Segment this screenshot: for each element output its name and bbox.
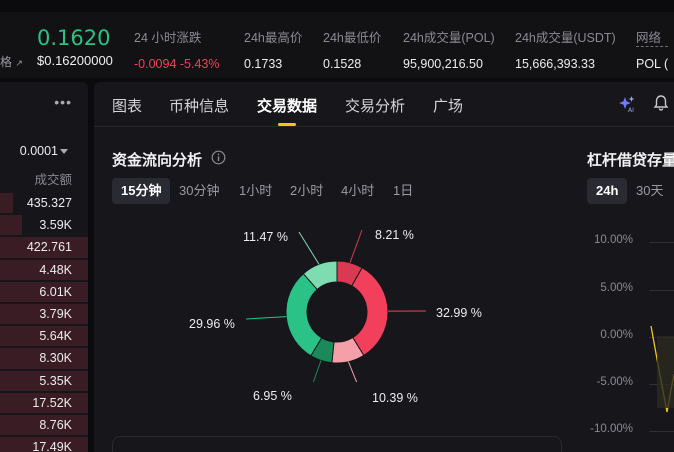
order-book-row[interactable]: 3.79K [0, 303, 88, 325]
donut-percent-label: 29.96 % [189, 317, 235, 331]
depth-bar [0, 215, 22, 236]
more-dots-icon[interactable]: ••• [54, 94, 72, 110]
order-book-row[interactable]: 3.59K [0, 214, 88, 236]
donut-leader-line [349, 229, 363, 263]
donut-leader-line [347, 361, 358, 382]
donut-percent-label: 6.95 % [253, 389, 292, 403]
stat-24h-change: 24 小时涨跌 -0.0094 -5.43% [134, 31, 220, 71]
y-tick-label: -5.00% [596, 376, 633, 388]
donut-segment[interactable] [351, 266, 389, 357]
last-price-usd: $0.16200000 [37, 53, 113, 68]
order-book-rows: 435.327 3.59K 422.761 4.48K 6.01K 3.79K 5.64K 8… [0, 192, 88, 452]
margin-interval-pill-0[interactable]: 24h [587, 178, 628, 204]
donut-leader-line [312, 360, 322, 382]
stat-24h-volume-pol: 24h成交量(POL) 95,900,216.50 [403, 31, 495, 71]
bell-icon[interactable] [652, 94, 670, 112]
order-book-row[interactable]: 5.35K [0, 370, 88, 392]
order-book-row[interactable]: 17.49K [0, 436, 88, 452]
grid-line [649, 242, 674, 243]
order-book-row[interactable]: 4.48K [0, 259, 88, 281]
order-book-row[interactable]: 8.76K [0, 414, 88, 436]
order-book-amount: 17.49K [32, 440, 72, 452]
order-book-amount: 17.52K [32, 395, 72, 410]
margin-chart-area [657, 336, 674, 408]
precision-select[interactable]: 0.0001 [20, 144, 58, 158]
grid-line [649, 431, 674, 432]
order-book-amount: 6.01K [39, 284, 72, 299]
last-price: 0.1620 [37, 26, 111, 50]
stat-24h-low: 24h最低价 0.1528 [323, 31, 382, 71]
order-book-amount: 3.79K [39, 306, 72, 321]
order-book-amount: 5.35K [39, 373, 72, 388]
ai-sparkle-icon[interactable]: AI [618, 95, 636, 113]
margin-lending-title: 杠杆借贷存量 [587, 152, 674, 169]
y-tick-label: 5.00% [600, 282, 633, 294]
grid-line [649, 290, 674, 291]
stat-24h-volume-usdt: 24h成交量(USDT) 15,666,393.33 [515, 31, 616, 71]
order-book-row[interactable]: 17.52K [0, 392, 88, 414]
column-header-amount: 成交额 [34, 173, 72, 187]
order-book-panel: ••• 0.0001 成交额 435.327 3.59K 422.761 4.48K 6… [0, 82, 88, 452]
main-panel: 图表 币种信息 交易数据 交易分析 广场 AI 资金流向分析 15分钟 30分钟 1… [94, 82, 674, 452]
order-book-amount: 435.327 [26, 196, 72, 210]
y-tick-label: 0.00% [600, 329, 633, 341]
margin-interval-pill-1[interactable]: 30天 [627, 178, 672, 204]
depth-bar [0, 193, 14, 214]
donut-percent-label: 8.21 % [375, 228, 414, 242]
order-book-row[interactable]: 6.01K [0, 281, 88, 303]
order-book-amount: 5.64K [39, 329, 72, 344]
donut-percent-label: 10.39 % [372, 391, 418, 405]
order-book-amount: 3.59K [39, 218, 72, 233]
order-book-row[interactable]: 435.327 [0, 192, 88, 214]
donut-leader-line [298, 231, 320, 265]
y-tick-label: -10.00% [590, 423, 633, 435]
order-book-row[interactable]: 422.761 [0, 236, 88, 258]
donut-percent-label: 11.47 % [243, 230, 288, 244]
order-book-row[interactable]: 5.64K [0, 325, 88, 347]
bottom-card [112, 436, 562, 452]
fund-flow-donut-chart [245, 229, 427, 382]
stat-24h-high: 24h最高价 0.1733 [244, 31, 303, 71]
order-book-amount: 8.76K [39, 417, 72, 432]
order-book-amount: 4.48K [39, 262, 72, 277]
chevron-down-icon[interactable] [60, 149, 68, 154]
donut-percent-label: 32.99 % [436, 306, 482, 320]
ticker-bar: 格 ↗ 0.1620 $0.16200000 24 小时涨跌 -0.0094 -… [0, 12, 674, 78]
truncated-label: 格 ↗ [0, 55, 23, 69]
stat-network[interactable]: 网络 POL ( [636, 27, 669, 71]
svg-text:AI: AI [628, 107, 634, 113]
order-book-row[interactable]: 8.30K [0, 347, 88, 369]
order-book-amount: 422.761 [26, 240, 72, 255]
order-book-amount: 8.30K [39, 351, 72, 366]
y-tick-label: 10.00% [593, 234, 633, 246]
donut-leader-line [245, 316, 287, 320]
